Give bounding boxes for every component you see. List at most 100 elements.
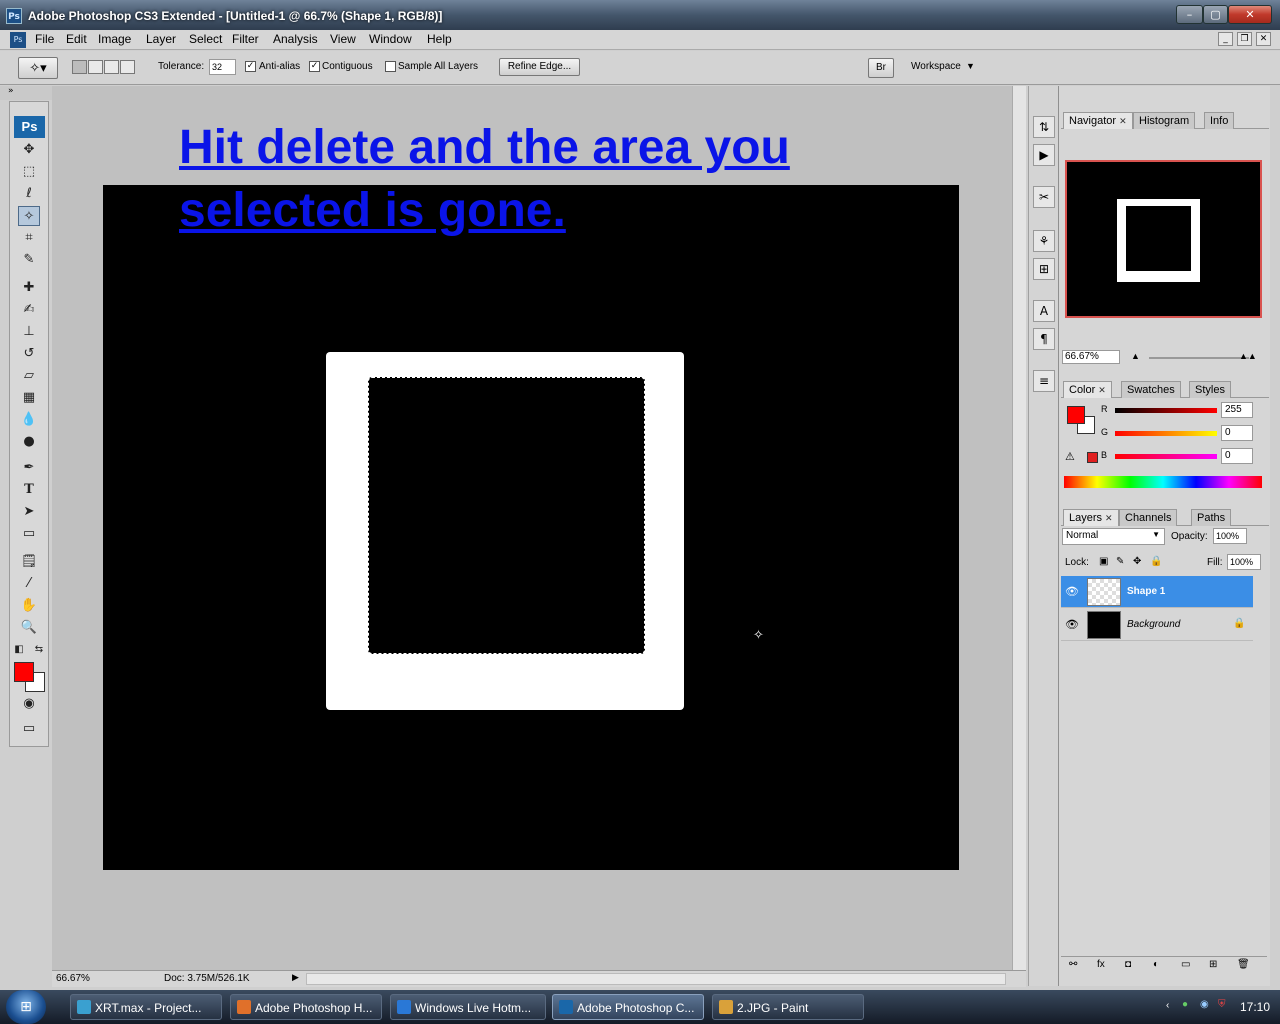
menu-analysis[interactable]: Analysis — [270, 32, 321, 46]
fx-icon[interactable]: fx — [1097, 959, 1105, 970]
layer-comps-icon[interactable]: ≡ — [1033, 370, 1055, 392]
intersect-selection-icon[interactable] — [120, 60, 135, 74]
doc-restore-button[interactable]: ❐ — [1237, 32, 1252, 46]
add-mask-icon[interactable]: ◘ — [1125, 959, 1131, 970]
new-group-icon[interactable]: ▭ — [1181, 959, 1190, 970]
menu-help[interactable]: Help — [424, 32, 455, 46]
navigator-zoom-slider[interactable] — [1149, 357, 1249, 359]
clone-stamp-tool-icon[interactable]: ⊥ — [18, 322, 40, 342]
bridge-icon[interactable]: Br — [868, 58, 894, 78]
g-slider[interactable] — [1115, 431, 1217, 436]
screen-mode-icon[interactable]: ▭ — [18, 719, 40, 739]
doc-minimize-button[interactable]: _ — [1218, 32, 1233, 46]
crop-tool-icon[interactable]: ⌗ — [18, 228, 40, 248]
document-canvas[interactable]: ✧ — [103, 185, 959, 870]
subtract-selection-icon[interactable] — [104, 60, 119, 74]
menu-layer[interactable]: Layer — [143, 32, 179, 46]
ps-badge[interactable]: Ps — [14, 116, 45, 138]
network-icon[interactable]: ◉ — [1200, 999, 1209, 1010]
dodge-tool-icon[interactable]: ● — [18, 432, 40, 452]
r-value-input[interactable]: 255 — [1221, 402, 1253, 418]
security-shield-icon[interactable]: ⛨ — [1218, 999, 1226, 1010]
navigator-zoom-input[interactable]: 66.67% — [1062, 350, 1120, 364]
messenger-icon[interactable]: ● — [1182, 999, 1188, 1010]
refine-edge-button[interactable]: Refine Edge... — [499, 58, 580, 76]
slice-tool-icon[interactable]: ✎ — [18, 250, 40, 270]
menu-select[interactable]: Select — [186, 32, 225, 46]
horizontal-scrollbar[interactable] — [306, 973, 1006, 985]
start-button[interactable]: ⊞ — [6, 990, 46, 1024]
b-slider[interactable] — [1115, 454, 1217, 459]
close-icon[interactable]: ✕ — [1119, 116, 1127, 126]
path-selection-tool-icon[interactable]: ➤ — [18, 502, 40, 522]
marquee-tool-icon[interactable]: ⬚ — [18, 162, 40, 182]
new-layer-icon[interactable]: ⊞ — [1209, 959, 1217, 970]
color-spectrum[interactable] — [1064, 476, 1262, 488]
visibility-eye-icon[interactable]: 👁 — [1065, 585, 1079, 598]
tab-layers[interactable]: Layers ✕ — [1063, 509, 1119, 526]
tab-paths[interactable]: Paths — [1191, 509, 1232, 526]
tray-expand-icon[interactable]: ‹ — [1166, 1000, 1169, 1011]
quick-mask-icon[interactable]: ◉ — [18, 694, 40, 714]
shape-tool-icon[interactable]: ▭ — [18, 524, 40, 544]
layer-row-shape-1[interactable]: 👁 Shape 1 — [1061, 576, 1253, 608]
magic-wand-preset-icon[interactable]: ✧▾ — [18, 57, 58, 79]
lasso-tool-icon[interactable]: ℓ — [18, 184, 40, 204]
lock-transparency-icon[interactable]: ▣ — [1099, 556, 1108, 567]
lock-position-icon[interactable]: ✥ — [1133, 556, 1141, 567]
history-brush-tool-icon[interactable]: ↺ — [18, 344, 40, 364]
color-fg-swatch[interactable] — [1067, 406, 1085, 424]
tab-histogram[interactable]: Histogram — [1133, 112, 1196, 129]
menu-window[interactable]: Window — [366, 32, 415, 46]
fill-input[interactable]: 100% — [1227, 554, 1261, 570]
status-zoom[interactable]: 66.67% — [56, 973, 90, 984]
taskbar-item[interactable]: Windows Live Hotm... — [390, 994, 546, 1020]
close-icon[interactable]: ✕ — [1098, 385, 1106, 395]
add-selection-icon[interactable] — [88, 60, 103, 74]
trash-icon[interactable]: 🗑 — [1237, 959, 1250, 970]
maximize-button[interactable]: ▢ — [1203, 5, 1228, 24]
menu-file[interactable]: File — [32, 32, 57, 46]
tab-swatches[interactable]: Swatches — [1121, 381, 1181, 398]
actions-icon[interactable]: ▶ — [1033, 144, 1055, 166]
menu-filter[interactable]: Filter — [229, 32, 262, 46]
character-icon[interactable]: A — [1033, 300, 1055, 322]
brush-tool-icon[interactable]: ✍ — [18, 300, 40, 320]
close-icon[interactable]: ✕ — [1105, 513, 1113, 523]
minimize-button[interactable]: – — [1176, 5, 1203, 24]
foreground-color-swatch[interactable] — [14, 662, 34, 682]
lock-all-icon[interactable]: 🔒 — [1150, 556, 1162, 567]
antialias-checkbox[interactable]: ✓ — [245, 61, 256, 72]
toolbox-dock-header[interactable]: » — [0, 86, 52, 100]
brushes-icon[interactable]: ⚘ — [1033, 230, 1055, 252]
adjustment-layer-icon[interactable]: ◐ — [1153, 959, 1159, 970]
type-tool-icon[interactable]: T — [18, 480, 40, 500]
taskbar-item[interactable]: XRT.max - Project... — [70, 994, 222, 1020]
tab-color[interactable]: Color ✕ — [1063, 381, 1112, 398]
tool-presets-icon[interactable]: ✂ — [1033, 186, 1055, 208]
opacity-input[interactable]: 100% — [1213, 528, 1247, 544]
taskbar-item[interactable]: Adobe Photoshop C... — [552, 994, 704, 1020]
menu-edit[interactable]: Edit — [63, 32, 90, 46]
clone-source-icon[interactable]: ⊞ — [1033, 258, 1055, 280]
gradient-tool-icon[interactable]: ▦ — [18, 388, 40, 408]
hand-tool-icon[interactable]: ✋ — [18, 596, 40, 616]
link-layers-icon[interactable]: ⚯ — [1069, 959, 1077, 970]
contiguous-checkbox[interactable]: ✓ — [309, 61, 320, 72]
tab-channels[interactable]: Channels — [1119, 509, 1178, 526]
workspace-chevron-down-icon[interactable]: ▼ — [966, 61, 975, 71]
tab-styles[interactable]: Styles — [1189, 381, 1231, 398]
new-selection-icon[interactable] — [72, 60, 87, 74]
zoom-in-icon[interactable]: ▲▲ — [1239, 351, 1257, 361]
workspace-menu[interactable]: Workspace — [911, 61, 961, 72]
eraser-tool-icon[interactable]: ▱ — [18, 366, 40, 386]
eyedropper-tool-icon[interactable]: ⁄ — [18, 574, 40, 594]
zoom-out-icon[interactable]: ▲ — [1131, 351, 1140, 361]
r-slider[interactable] — [1115, 408, 1217, 413]
tab-navigator[interactable]: Navigator ✕ — [1063, 112, 1133, 129]
taskbar-item[interactable]: 2.JPG - Paint — [712, 994, 864, 1020]
history-icon[interactable]: ⇅ — [1033, 116, 1055, 138]
tolerance-input[interactable]: 32 — [209, 59, 236, 75]
move-tool-icon[interactable]: ✥ — [18, 140, 40, 160]
sample-all-layers-checkbox[interactable] — [385, 61, 396, 72]
